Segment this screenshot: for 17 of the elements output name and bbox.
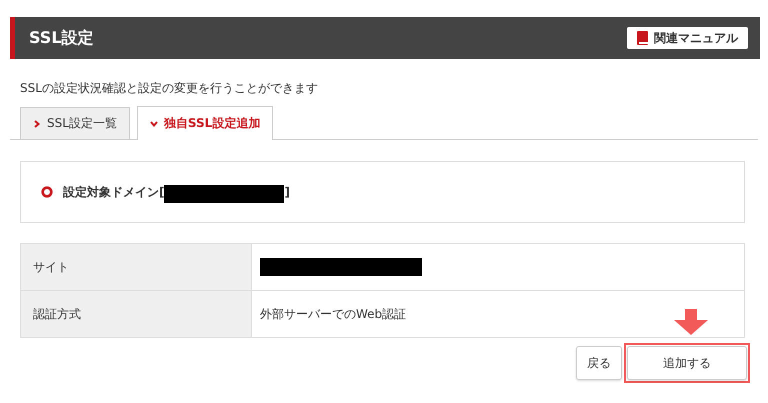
manual-button[interactable]: 関連マニュアル	[627, 27, 748, 49]
action-button[interactable]: 追加する	[627, 346, 747, 380]
page-title: SSL設定	[29, 28, 94, 48]
chevron-down-icon	[150, 120, 158, 128]
cell-text: 外部サーバーでのWeb認証	[260, 306, 406, 322]
row-label: サイト	[21, 244, 252, 290]
tab[interactable]: SSL設定一覧	[20, 107, 130, 139]
bracket-text: ]	[284, 185, 290, 199]
book-icon	[637, 31, 648, 45]
domain-label: 設定対象ドメイン[	[63, 184, 164, 200]
description-text: SSLの設定状況確認と設定の変更を行うことができます	[20, 80, 319, 96]
ring-icon	[41, 186, 53, 198]
tab[interactable]: 独自SSL設定追加	[136, 106, 274, 140]
row-label: 認証方式	[21, 291, 252, 337]
action-button[interactable]: 戻る	[576, 346, 622, 380]
chevron-right-icon	[33, 120, 41, 128]
down-arrow-icon	[674, 309, 708, 335]
